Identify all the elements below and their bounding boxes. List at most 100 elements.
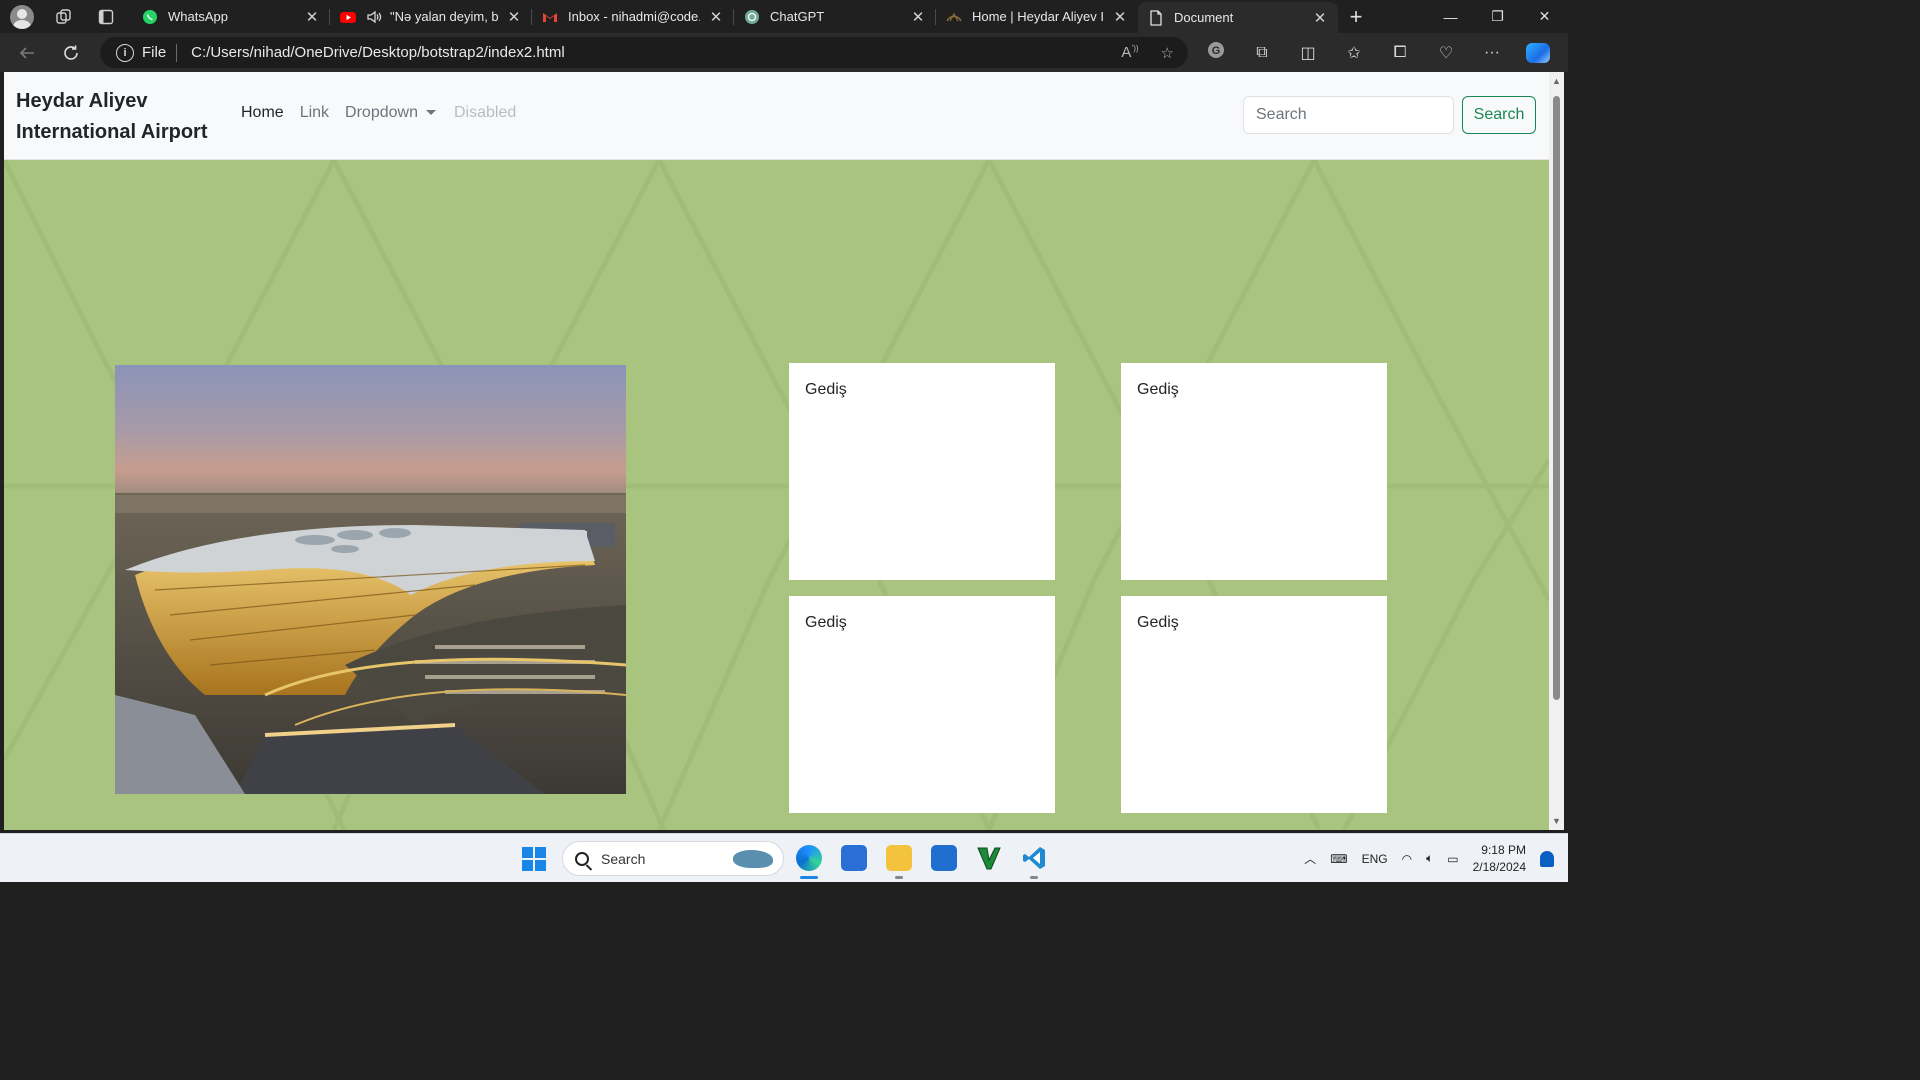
tab-title: Document [1174, 10, 1234, 25]
page-scrollbar[interactable]: ▲ ▼ [1549, 72, 1564, 830]
site-brand[interactable]: Heydar Aliyev International Airport [16, 86, 226, 148]
nav-link[interactable]: Link [300, 104, 329, 122]
nav-disabled-link: Disabled [453, 104, 517, 121]
gmail-icon [542, 9, 558, 25]
tab-gmail[interactable]: Inbox - nihadmi@code.e ✕ [532, 0, 734, 33]
close-tab-icon[interactable]: ✕ [304, 8, 320, 26]
search-button[interactable]: Search [1462, 96, 1536, 134]
tab-actions-icon[interactable] [94, 5, 118, 29]
tab-chatgpt[interactable]: ChatGPT ✕ [734, 0, 936, 33]
tab-title: ChatGPT [770, 9, 825, 24]
tab-title: "Nə yalan deyim, ba [390, 9, 498, 24]
address-toolbar: i File C:/Users/nihad/OneDrive/Desktop/b… [0, 33, 1568, 72]
read-aloud-icon[interactable]: Aʼ)) [1121, 44, 1138, 62]
touch-keyboard-icon[interactable]: ⌨ [1330, 852, 1347, 866]
card-title: Gediş [805, 381, 847, 398]
tab-youtube[interactable]: "Nə yalan deyim, ba ✕ [330, 0, 532, 33]
tab-strip-left [0, 0, 132, 33]
edge-browser-icon[interactable] [796, 845, 822, 879]
speaker-icon[interactable] [366, 9, 382, 25]
card-title: Gediş [1137, 381, 1179, 398]
close-tab-icon[interactable]: ✕ [1112, 8, 1128, 26]
favorite-star-icon[interactable]: ☆ [1161, 44, 1174, 62]
grammarly-icon[interactable]: G [1204, 41, 1228, 64]
system-tray: ︿ ⌨ ENG ◠ 🔈︎ ▭ 9:18 PM 2/18/2024 [1304, 834, 1568, 883]
caret-down-icon [425, 110, 436, 116]
tab-whatsapp[interactable]: WhatsApp ✕ [132, 0, 330, 33]
address-bar[interactable]: i File C:/Users/nihad/OneDrive/Desktop/b… [100, 37, 1188, 68]
page-viewport: Heydar Aliyev International Airport Home… [4, 72, 1549, 830]
windows-start-icon[interactable] [522, 847, 546, 871]
url-tools: Aʼ)) ☆ [1121, 44, 1188, 62]
more-menu-icon[interactable]: ··· [1480, 44, 1504, 62]
copilot-icon[interactable] [1526, 42, 1550, 63]
svg-text:G: G [1212, 45, 1221, 57]
taskbar-search-box[interactable]: Search [562, 841, 784, 876]
taskbar-search-label: Search [601, 850, 646, 867]
close-tab-icon[interactable]: ✕ [910, 8, 926, 26]
site-info-icon[interactable]: i [116, 43, 134, 62]
file-explorer-icon[interactable] [886, 845, 912, 879]
tab-title: Inbox - nihadmi@code.e [568, 9, 700, 24]
url-scheme: File [142, 44, 167, 61]
tab-airport[interactable]: Home | Heydar Aliyev Int ✕ [936, 0, 1138, 33]
search-input[interactable] [1243, 96, 1454, 134]
close-tab-icon[interactable]: ✕ [708, 8, 724, 26]
scrollbar-thumb[interactable] [1553, 96, 1560, 700]
workspaces-icon[interactable] [52, 5, 76, 29]
mail-icon[interactable] [931, 845, 957, 871]
close-tab-icon[interactable]: ✕ [506, 8, 522, 26]
scroll-up-arrow-icon[interactable]: ▲ [1552, 76, 1561, 86]
clock-date: 2/18/2024 [1472, 859, 1526, 874]
url-divider [176, 43, 178, 62]
whatsapp-icon [142, 9, 158, 25]
close-window-icon[interactable]: ✕ [1521, 0, 1568, 33]
card-title: Gediş [1137, 614, 1179, 631]
gedis-card: Gediş [789, 363, 1055, 580]
profile-avatar-icon[interactable] [10, 4, 34, 29]
toolbar-icons: G ⧉ ◫ ✩ ⧠ ♡ ··· [1204, 41, 1550, 64]
minimize-icon[interactable]: — [1427, 0, 1474, 33]
gedis-card: Gediş [1121, 596, 1387, 813]
tab-title: WhatsApp [168, 9, 228, 24]
wifi-icon[interactable]: ◠ [1402, 852, 1412, 866]
gedis-card: Gediş [1121, 363, 1387, 580]
restore-icon[interactable]: ❐ [1474, 0, 1521, 33]
refresh-icon[interactable] [54, 36, 88, 70]
gedis-card: Gediş [789, 596, 1055, 813]
browser-essentials-icon[interactable]: ♡ [1434, 43, 1458, 63]
volume-icon[interactable]: 🔈︎ [1426, 851, 1433, 866]
vim-icon[interactable] [976, 845, 1002, 871]
microsoft-store-icon[interactable] [841, 845, 867, 871]
search-highlight-whale-icon [733, 850, 773, 868]
nav-links: Home Link Dropdown Disabled [241, 104, 516, 122]
tab-title: Home | Heydar Aliyev Int [972, 9, 1104, 24]
search-icon [575, 851, 589, 866]
site-navbar: Heydar Aliyev International Airport Home… [4, 72, 1549, 160]
airport-photo [115, 365, 626, 794]
new-tab-icon[interactable]: + [1338, 0, 1374, 33]
language-indicator[interactable]: ENG [1362, 852, 1388, 866]
vscode-icon[interactable] [1021, 845, 1047, 879]
back-arrow-icon[interactable] [10, 36, 44, 70]
clock-time: 9:18 PM [1481, 842, 1526, 857]
taskbar-clock[interactable]: 9:18 PM 2/18/2024 [1473, 842, 1526, 876]
battery-icon[interactable]: ▭ [1447, 852, 1458, 866]
notification-bell-icon[interactable] [1540, 850, 1554, 867]
tab-document[interactable]: Document ✕ [1138, 2, 1338, 33]
brand-line-2: International Airport [16, 121, 208, 143]
url-text[interactable]: C:/Users/nihad/OneDrive/Desktop/botstrap… [191, 44, 565, 61]
nav-dropdown-toggle[interactable]: Dropdown [345, 104, 436, 122]
nav-home-link[interactable]: Home [241, 104, 284, 122]
show-hidden-icons-chevron-icon[interactable]: ︿ [1304, 850, 1316, 867]
card-title: Gediş [805, 614, 847, 631]
collections-icon[interactable]: ⧠ [1388, 44, 1412, 62]
scroll-down-arrow-icon[interactable]: ▼ [1552, 816, 1561, 826]
brand-line-1: Heydar Aliyev [16, 90, 148, 112]
extensions-puzzle-icon[interactable]: ⧉ [1250, 44, 1274, 62]
nav-dropdown-label: Dropdown [345, 104, 418, 121]
favorites-icon[interactable]: ✩ [1342, 43, 1366, 63]
close-tab-icon[interactable]: ✕ [1312, 9, 1328, 27]
split-screen-icon[interactable]: ◫ [1296, 43, 1320, 63]
window-controls: — ❐ ✕ [1427, 0, 1568, 33]
